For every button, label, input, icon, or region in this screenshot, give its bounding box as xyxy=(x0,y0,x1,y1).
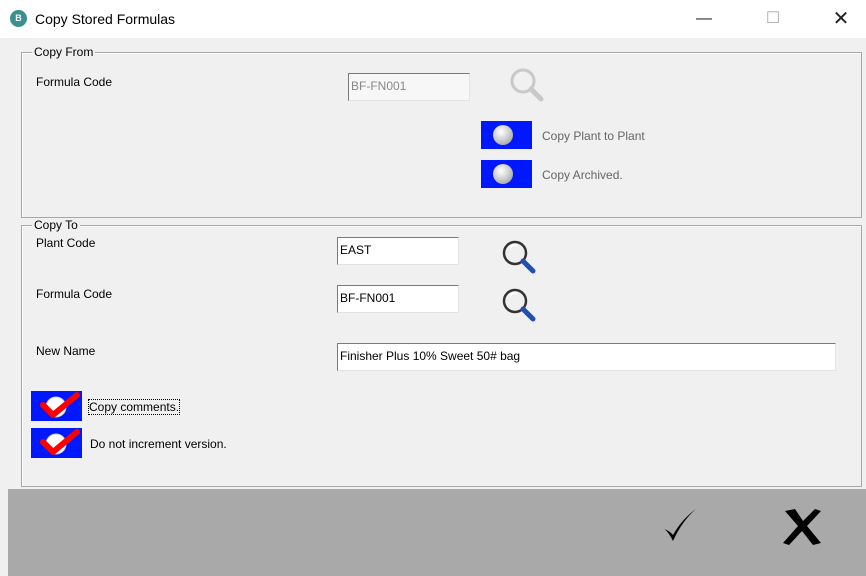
copy-plant-to-plant-radio[interactable] xyxy=(481,121,532,149)
close-button[interactable]: ✕ xyxy=(818,0,864,38)
to-formula-code-label: Formula Code xyxy=(36,287,113,301)
title-bar: B Copy Stored Formulas — ☐ ✕ xyxy=(0,0,866,38)
from-formula-code-input[interactable]: BF-FN001 xyxy=(348,73,470,101)
to-formula-search-icon[interactable] xyxy=(500,286,538,324)
maximize-button[interactable]: ☐ xyxy=(750,0,796,38)
do-not-increment-label: Do not increment version. xyxy=(90,437,227,451)
ok-checkmark-button[interactable] xyxy=(656,503,702,549)
copy-plant-to-plant-label: Copy Plant to Plant xyxy=(542,129,645,143)
plant-code-search-icon[interactable] xyxy=(500,238,538,276)
do-not-increment-checkbox[interactable] xyxy=(31,428,82,458)
button-bar xyxy=(8,489,866,576)
radio-dot-icon xyxy=(493,125,513,145)
window-title: Copy Stored Formulas xyxy=(35,11,176,27)
from-formula-search-icon[interactable] xyxy=(508,66,546,104)
new-name-input[interactable]: Finisher Plus 10% Sweet 50# bag xyxy=(337,343,836,371)
app-icon: B xyxy=(10,10,27,27)
radio-dot-icon xyxy=(493,164,513,184)
copy-from-legend: Copy From xyxy=(32,45,96,59)
check-icon xyxy=(40,429,80,455)
copy-archived-label: Copy Archived. xyxy=(542,168,623,182)
copy-archived-radio[interactable] xyxy=(481,160,532,188)
minimize-button[interactable]: — xyxy=(681,0,727,38)
plant-code-input[interactable]: EAST xyxy=(337,237,459,265)
plant-code-label: Plant Code xyxy=(36,236,96,250)
to-formula-code-input[interactable]: BF-FN001 xyxy=(337,285,459,313)
copy-comments-label: Copy comments. xyxy=(87,399,181,415)
copy-to-legend: Copy To xyxy=(32,218,80,232)
check-icon xyxy=(40,392,80,418)
copy-comments-checkbox[interactable] xyxy=(31,391,82,421)
new-name-label: New Name xyxy=(36,344,96,358)
from-formula-code-label: Formula Code xyxy=(36,75,113,89)
cancel-x-button[interactable] xyxy=(779,503,825,549)
